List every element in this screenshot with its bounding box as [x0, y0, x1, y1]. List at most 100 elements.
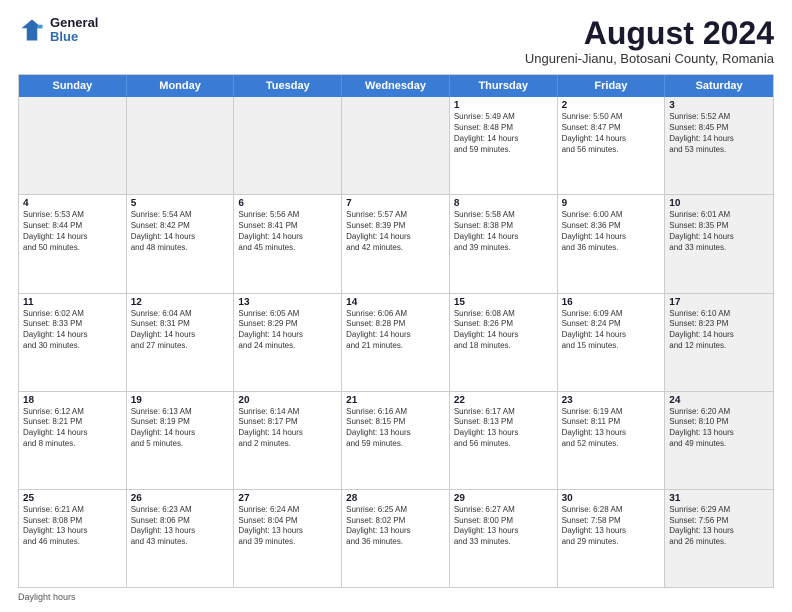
- logo-line2: Blue: [50, 30, 98, 44]
- page: General Blue August 2024 Ungureni-Jianu,…: [0, 0, 792, 612]
- day-number: 24: [669, 395, 769, 406]
- day-cell-25: 25Sunrise: 6:21 AM Sunset: 8:08 PM Dayli…: [19, 490, 127, 587]
- day-info: Sunrise: 6:21 AM Sunset: 8:08 PM Dayligh…: [23, 505, 122, 548]
- day-cell-13: 13Sunrise: 6:05 AM Sunset: 8:29 PM Dayli…: [234, 294, 342, 391]
- day-number: 31: [669, 493, 769, 504]
- day-info: Sunrise: 6:14 AM Sunset: 8:17 PM Dayligh…: [238, 407, 337, 450]
- day-cell-7: 7Sunrise: 5:57 AM Sunset: 8:39 PM Daylig…: [342, 195, 450, 292]
- day-info: Sunrise: 5:52 AM Sunset: 8:45 PM Dayligh…: [669, 112, 769, 155]
- calendar-row-4: 18Sunrise: 6:12 AM Sunset: 8:21 PM Dayli…: [19, 392, 773, 490]
- header-day-saturday: Saturday: [665, 75, 773, 97]
- day-cell-1: 1Sunrise: 5:49 AM Sunset: 8:48 PM Daylig…: [450, 97, 558, 194]
- empty-cell: [234, 97, 342, 194]
- day-info: Sunrise: 6:08 AM Sunset: 8:26 PM Dayligh…: [454, 309, 553, 352]
- calendar-row-1: 1Sunrise: 5:49 AM Sunset: 8:48 PM Daylig…: [19, 97, 773, 195]
- day-info: Sunrise: 5:54 AM Sunset: 8:42 PM Dayligh…: [131, 210, 230, 253]
- day-number: 28: [346, 493, 445, 504]
- day-cell-2: 2Sunrise: 5:50 AM Sunset: 8:47 PM Daylig…: [558, 97, 666, 194]
- day-number: 7: [346, 198, 445, 209]
- calendar: SundayMondayTuesdayWednesdayThursdayFrid…: [18, 74, 774, 588]
- header-day-monday: Monday: [127, 75, 235, 97]
- day-number: 23: [562, 395, 661, 406]
- day-cell-8: 8Sunrise: 5:58 AM Sunset: 8:38 PM Daylig…: [450, 195, 558, 292]
- month-year: August 2024: [525, 16, 774, 51]
- header-day-thursday: Thursday: [450, 75, 558, 97]
- day-cell-24: 24Sunrise: 6:20 AM Sunset: 8:10 PM Dayli…: [665, 392, 773, 489]
- calendar-row-2: 4Sunrise: 5:53 AM Sunset: 8:44 PM Daylig…: [19, 195, 773, 293]
- day-info: Sunrise: 6:25 AM Sunset: 8:02 PM Dayligh…: [346, 505, 445, 548]
- day-info: Sunrise: 5:50 AM Sunset: 8:47 PM Dayligh…: [562, 112, 661, 155]
- header-day-sunday: Sunday: [19, 75, 127, 97]
- day-number: 20: [238, 395, 337, 406]
- title-block: August 2024 Ungureni-Jianu, Botosani Cou…: [525, 16, 774, 66]
- day-info: Sunrise: 6:24 AM Sunset: 8:04 PM Dayligh…: [238, 505, 337, 548]
- day-number: 27: [238, 493, 337, 504]
- day-cell-6: 6Sunrise: 5:56 AM Sunset: 8:41 PM Daylig…: [234, 195, 342, 292]
- day-info: Sunrise: 6:10 AM Sunset: 8:23 PM Dayligh…: [669, 309, 769, 352]
- day-number: 16: [562, 297, 661, 308]
- day-info: Sunrise: 6:16 AM Sunset: 8:15 PM Dayligh…: [346, 407, 445, 450]
- day-number: 30: [562, 493, 661, 504]
- day-cell-17: 17Sunrise: 6:10 AM Sunset: 8:23 PM Dayli…: [665, 294, 773, 391]
- day-info: Sunrise: 6:04 AM Sunset: 8:31 PM Dayligh…: [131, 309, 230, 352]
- day-number: 5: [131, 198, 230, 209]
- day-info: Sunrise: 6:01 AM Sunset: 8:35 PM Dayligh…: [669, 210, 769, 253]
- logo-text: General Blue: [50, 16, 98, 45]
- day-info: Sunrise: 6:23 AM Sunset: 8:06 PM Dayligh…: [131, 505, 230, 548]
- calendar-row-3: 11Sunrise: 6:02 AM Sunset: 8:33 PM Dayli…: [19, 294, 773, 392]
- logo-line1: General: [50, 16, 98, 30]
- day-number: 4: [23, 198, 122, 209]
- day-number: 19: [131, 395, 230, 406]
- day-cell-27: 27Sunrise: 6:24 AM Sunset: 8:04 PM Dayli…: [234, 490, 342, 587]
- day-number: 22: [454, 395, 553, 406]
- day-info: Sunrise: 6:27 AM Sunset: 8:00 PM Dayligh…: [454, 505, 553, 548]
- location: Ungureni-Jianu, Botosani County, Romania: [525, 51, 774, 66]
- day-number: 1: [454, 100, 553, 111]
- day-info: Sunrise: 6:05 AM Sunset: 8:29 PM Dayligh…: [238, 309, 337, 352]
- day-info: Sunrise: 6:09 AM Sunset: 8:24 PM Dayligh…: [562, 309, 661, 352]
- day-number: 10: [669, 198, 769, 209]
- day-info: Sunrise: 6:19 AM Sunset: 8:11 PM Dayligh…: [562, 407, 661, 450]
- day-cell-23: 23Sunrise: 6:19 AM Sunset: 8:11 PM Dayli…: [558, 392, 666, 489]
- day-info: Sunrise: 6:20 AM Sunset: 8:10 PM Dayligh…: [669, 407, 769, 450]
- empty-cell: [127, 97, 235, 194]
- day-cell-11: 11Sunrise: 6:02 AM Sunset: 8:33 PM Dayli…: [19, 294, 127, 391]
- day-cell-29: 29Sunrise: 6:27 AM Sunset: 8:00 PM Dayli…: [450, 490, 558, 587]
- day-info: Sunrise: 6:12 AM Sunset: 8:21 PM Dayligh…: [23, 407, 122, 450]
- header: General Blue August 2024 Ungureni-Jianu,…: [18, 16, 774, 66]
- header-day-wednesday: Wednesday: [342, 75, 450, 97]
- day-number: 15: [454, 297, 553, 308]
- day-number: 25: [23, 493, 122, 504]
- day-number: 26: [131, 493, 230, 504]
- day-cell-30: 30Sunrise: 6:28 AM Sunset: 7:58 PM Dayli…: [558, 490, 666, 587]
- day-number: 6: [238, 198, 337, 209]
- header-day-tuesday: Tuesday: [234, 75, 342, 97]
- day-number: 8: [454, 198, 553, 209]
- day-number: 18: [23, 395, 122, 406]
- day-info: Sunrise: 5:53 AM Sunset: 8:44 PM Dayligh…: [23, 210, 122, 253]
- day-cell-9: 9Sunrise: 6:00 AM Sunset: 8:36 PM Daylig…: [558, 195, 666, 292]
- day-cell-20: 20Sunrise: 6:14 AM Sunset: 8:17 PM Dayli…: [234, 392, 342, 489]
- day-cell-5: 5Sunrise: 5:54 AM Sunset: 8:42 PM Daylig…: [127, 195, 235, 292]
- logo-icon: [18, 16, 46, 44]
- day-cell-21: 21Sunrise: 6:16 AM Sunset: 8:15 PM Dayli…: [342, 392, 450, 489]
- day-number: 29: [454, 493, 553, 504]
- day-number: 3: [669, 100, 769, 111]
- day-cell-22: 22Sunrise: 6:17 AM Sunset: 8:13 PM Dayli…: [450, 392, 558, 489]
- day-info: Sunrise: 5:57 AM Sunset: 8:39 PM Dayligh…: [346, 210, 445, 253]
- day-info: Sunrise: 6:13 AM Sunset: 8:19 PM Dayligh…: [131, 407, 230, 450]
- calendar-body: 1Sunrise: 5:49 AM Sunset: 8:48 PM Daylig…: [19, 97, 773, 587]
- day-cell-16: 16Sunrise: 6:09 AM Sunset: 8:24 PM Dayli…: [558, 294, 666, 391]
- day-number: 13: [238, 297, 337, 308]
- calendar-header: SundayMondayTuesdayWednesdayThursdayFrid…: [19, 75, 773, 97]
- day-cell-15: 15Sunrise: 6:08 AM Sunset: 8:26 PM Dayli…: [450, 294, 558, 391]
- empty-cell: [19, 97, 127, 194]
- day-cell-18: 18Sunrise: 6:12 AM Sunset: 8:21 PM Dayli…: [19, 392, 127, 489]
- day-number: 2: [562, 100, 661, 111]
- day-info: Sunrise: 6:29 AM Sunset: 7:56 PM Dayligh…: [669, 505, 769, 548]
- day-info: Sunrise: 5:49 AM Sunset: 8:48 PM Dayligh…: [454, 112, 553, 155]
- day-number: 21: [346, 395, 445, 406]
- day-cell-31: 31Sunrise: 6:29 AM Sunset: 7:56 PM Dayli…: [665, 490, 773, 587]
- day-info: Sunrise: 6:02 AM Sunset: 8:33 PM Dayligh…: [23, 309, 122, 352]
- day-number: 17: [669, 297, 769, 308]
